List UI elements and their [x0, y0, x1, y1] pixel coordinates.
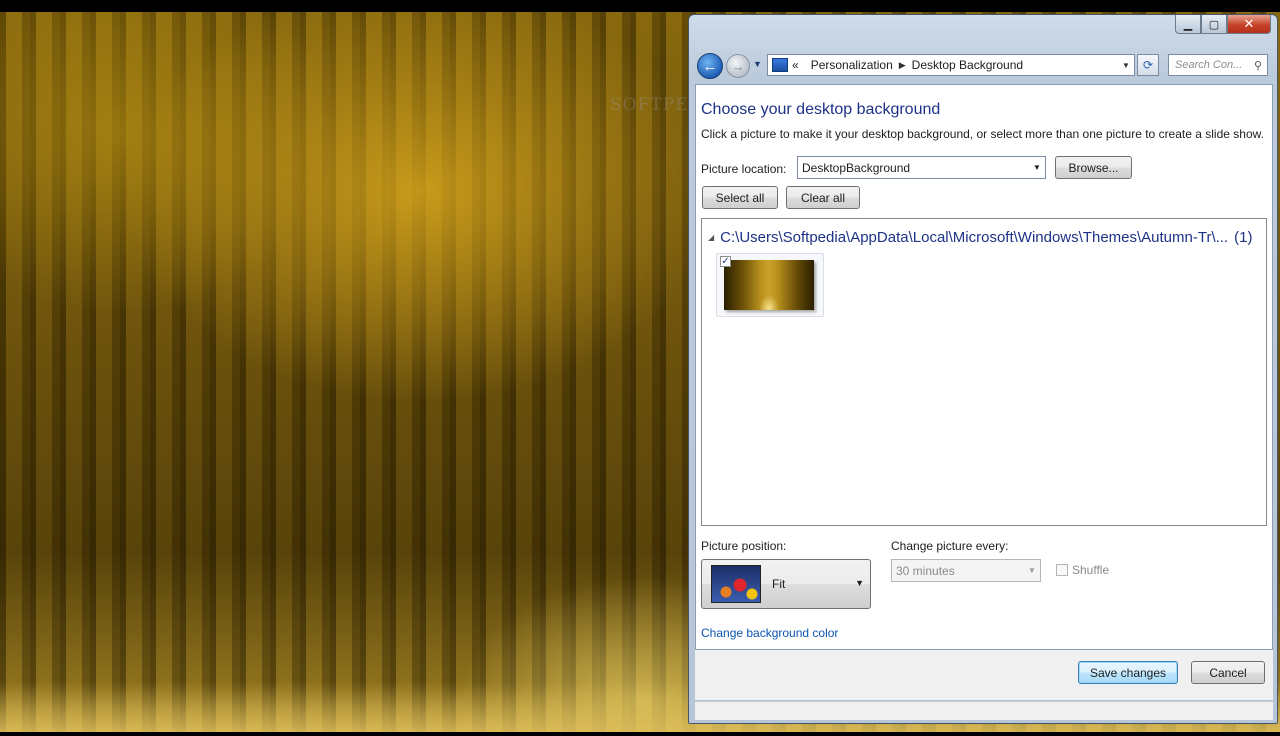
chevron-down-icon: ▼: [1028, 566, 1036, 575]
chevron-down-icon: ▼: [855, 578, 864, 588]
overflow-chevron-icon[interactable]: «: [792, 58, 799, 72]
cancel-button[interactable]: Cancel: [1191, 661, 1265, 684]
group-count: (1): [1234, 229, 1253, 246]
shuffle-checkbox-box[interactable]: [1056, 564, 1068, 576]
picture-position-select[interactable]: Fit ▼: [701, 559, 871, 609]
maximize-button[interactable]: ▢: [1201, 15, 1227, 34]
search-placeholder: Search Con...: [1175, 59, 1243, 71]
change-background-color-link[interactable]: Change background color: [701, 626, 838, 640]
change-picture-every-select[interactable]: 30 minutes ▼: [891, 559, 1041, 582]
back-arrow-icon: ←: [702, 57, 718, 75]
picture-location-select[interactable]: DesktopBackground ▼: [797, 156, 1046, 179]
group-path: C:\Users\Softpedia\AppData\Local\Microso…: [720, 229, 1229, 246]
picture-gallery[interactable]: ◢ C:\Users\Softpedia\AppData\Local\Micro…: [701, 218, 1267, 526]
search-input[interactable]: Search Con... ⚲: [1168, 54, 1268, 76]
picture-position-label: Picture position:: [701, 539, 787, 553]
address-bar[interactable]: « Personalization ▶ Desktop Background ▼: [767, 54, 1135, 76]
recent-pages-dropdown[interactable]: ▼: [753, 59, 762, 69]
back-button[interactable]: ←: [697, 53, 723, 79]
address-dropdown-icon[interactable]: ▼: [1118, 61, 1134, 70]
minimize-button[interactable]: ▁: [1175, 15, 1201, 34]
shuffle-label: Shuffle: [1072, 563, 1110, 577]
forward-button[interactable]: →: [726, 54, 750, 78]
picture-position-value: Fit: [772, 577, 786, 591]
save-changes-button[interactable]: Save changes: [1078, 661, 1178, 684]
change-picture-every-value: 30 minutes: [896, 563, 955, 578]
forward-arrow-icon: →: [731, 58, 745, 74]
status-bar: [695, 701, 1273, 720]
desktop-background-window: ▁ ▢ ✕ ← → ▼ « Personalization ▶ Desktop …: [688, 14, 1278, 724]
select-all-button[interactable]: Select all: [702, 186, 778, 209]
content-panel: Choose your desktop background Click a p…: [695, 84, 1273, 650]
refresh-button[interactable]: ⟳: [1137, 54, 1159, 76]
refresh-icon: ⟳: [1142, 58, 1154, 72]
breadcrumb-personalization[interactable]: Personalization: [811, 58, 893, 72]
page-subtitle: Click a picture to make it your desktop …: [701, 127, 1264, 141]
page-title: Choose your desktop background: [701, 101, 941, 118]
clear-all-button[interactable]: Clear all: [786, 186, 860, 209]
caption-buttons: ▁ ▢ ✕: [1175, 15, 1271, 34]
wallpaper-thumbnail[interactable]: ✓: [716, 253, 824, 317]
picture-location-label: Picture location:: [701, 162, 787, 176]
dialog-footer: Save changes Cancel: [695, 650, 1273, 700]
breadcrumb-desktop-background[interactable]: Desktop Background: [912, 58, 1023, 72]
autumn-trees-thumbnail-image: [724, 260, 814, 310]
thumbnail-checkbox[interactable]: ✓: [720, 256, 731, 267]
picture-group-header[interactable]: ◢ C:\Users\Softpedia\AppData\Local\Micro…: [708, 229, 1252, 246]
close-button[interactable]: ✕: [1227, 15, 1271, 34]
change-picture-every-label: Change picture every:: [891, 539, 1009, 553]
picture-location-value: DesktopBackground: [802, 160, 911, 175]
shuffle-checkbox[interactable]: Shuffle: [1056, 563, 1109, 577]
control-panel-icon: [772, 58, 788, 72]
collapse-icon[interactable]: ◢: [708, 233, 714, 242]
chevron-down-icon: ▼: [1033, 163, 1041, 172]
navigation-bar: ← → ▼ « Personalization ▶ Desktop Backgr…: [695, 51, 1273, 81]
browse-button[interactable]: Browse...: [1055, 156, 1132, 179]
search-icon[interactable]: ⚲: [1254, 59, 1262, 72]
breadcrumb-separator-icon[interactable]: ▶: [899, 60, 906, 71]
position-preview-image: [711, 565, 761, 603]
